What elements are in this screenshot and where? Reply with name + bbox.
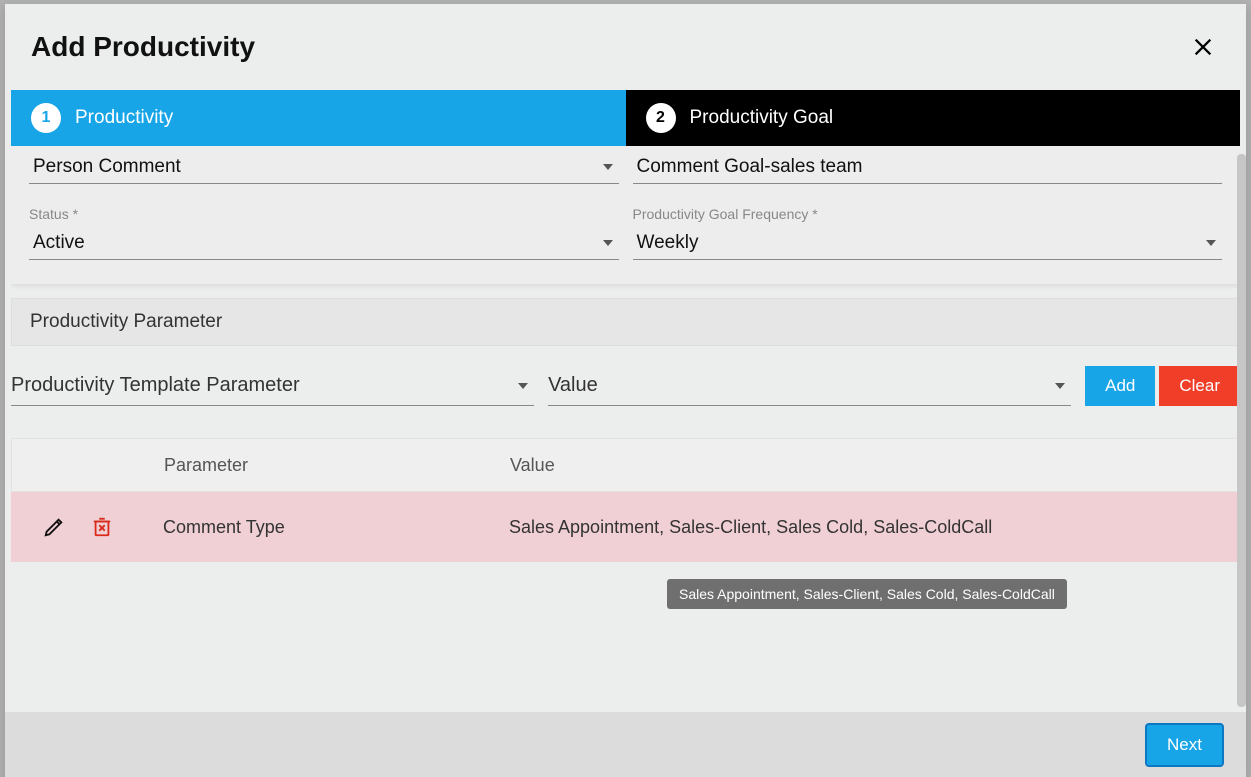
close-icon: [1192, 36, 1214, 58]
step-productivity[interactable]: 1 Productivity: [11, 90, 626, 146]
table-row[interactable]: Comment Type Sales Appointment, Sales-Cl…: [11, 492, 1240, 562]
field-value: Person Comment: [29, 156, 181, 178]
modal-header: Add Productivity: [5, 4, 1246, 90]
goal-frequency-select[interactable]: Weekly: [633, 226, 1223, 260]
step-number: 1: [31, 103, 61, 133]
chevron-down-icon: [603, 240, 613, 246]
scrollbar[interactable]: [1237, 154, 1246, 707]
step-label: Productivity Goal: [690, 107, 834, 129]
value-select[interactable]: Value: [548, 366, 1071, 406]
delete-button[interactable]: [91, 516, 113, 538]
table-header-parameter: Parameter: [152, 455, 510, 476]
template-parameter-select[interactable]: Productivity Template Parameter: [11, 366, 534, 406]
status-field: Status * Active: [29, 206, 619, 260]
wizard-steps: 1 Productivity 2 Productivity Goal: [11, 90, 1240, 146]
modal-footer: Next: [5, 712, 1246, 777]
modal-title: Add Productivity: [31, 31, 255, 63]
table-header-row: Parameter Value: [11, 438, 1240, 492]
productivity-parameter-section-header: Productivity Parameter: [11, 298, 1240, 346]
step-number: 2: [646, 103, 676, 133]
field-label: Status *: [29, 206, 619, 222]
goal-name-field: Comment Goal-sales team: [633, 150, 1223, 184]
step-productivity-goal[interactable]: 2 Productivity Goal: [626, 90, 1241, 146]
row-actions: [11, 516, 151, 538]
add-button[interactable]: Add: [1085, 366, 1155, 406]
clear-button[interactable]: Clear: [1159, 366, 1240, 406]
goal-frequency-field: Productivity Goal Frequency * Weekly: [633, 206, 1223, 260]
table-header-value: Value: [510, 455, 1239, 476]
field-label: Productivity Goal Frequency *: [633, 206, 1223, 222]
person-comment-field: Person Comment: [29, 150, 619, 184]
field-value: Active: [29, 232, 85, 254]
field-value: Comment Goal-sales team: [633, 156, 863, 178]
next-button[interactable]: Next: [1145, 723, 1224, 767]
close-button[interactable]: [1186, 30, 1220, 64]
select-placeholder: Value: [548, 374, 598, 397]
field-value: Weekly: [633, 232, 699, 254]
pencil-icon: [43, 516, 65, 538]
edit-button[interactable]: [43, 516, 65, 538]
row-value: Sales Appointment, Sales-Client, Sales C…: [509, 517, 1240, 538]
parameter-table: Parameter Value: [11, 438, 1240, 562]
add-productivity-modal: Add Productivity 1 Productivity 2 Produc…: [5, 4, 1246, 777]
parameter-add-row: Productivity Template Parameter Value Ad…: [11, 346, 1240, 410]
modal-content: Person Comment Comment Goal-sales team S…: [11, 146, 1240, 712]
chevron-down-icon: [1206, 240, 1216, 246]
goal-name-input[interactable]: Comment Goal-sales team: [633, 150, 1223, 184]
chevron-down-icon: [603, 164, 613, 170]
chevron-down-icon: [1055, 383, 1065, 389]
value-tooltip: Sales Appointment, Sales-Client, Sales C…: [667, 579, 1067, 609]
select-placeholder: Productivity Template Parameter: [11, 374, 300, 397]
step-label: Productivity: [75, 107, 173, 129]
status-select[interactable]: Active: [29, 226, 619, 260]
trash-icon: [91, 516, 113, 538]
row-parameter: Comment Type: [151, 517, 509, 538]
person-comment-select[interactable]: Person Comment: [29, 150, 619, 184]
chevron-down-icon: [518, 383, 528, 389]
productivity-form-card: Person Comment Comment Goal-sales team S…: [11, 146, 1240, 284]
